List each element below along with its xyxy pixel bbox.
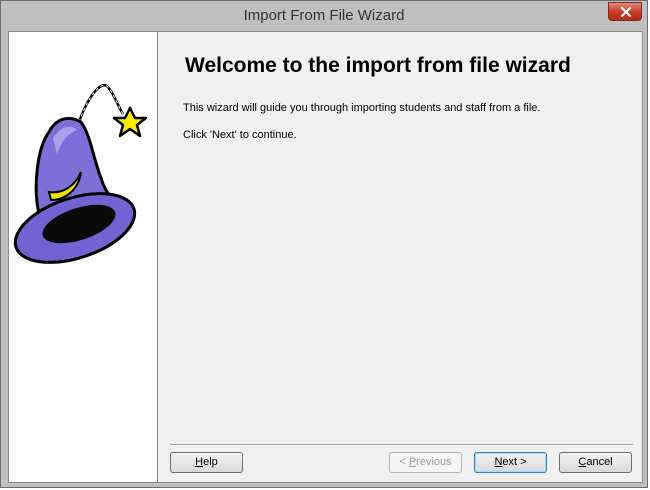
previous-label-prefix: < <box>399 456 409 468</box>
side-panel <box>9 32 158 482</box>
cancel-label: ancel <box>586 456 613 468</box>
page-heading: Welcome to the import from file wizard <box>185 54 571 77</box>
close-button[interactable] <box>608 2 642 21</box>
next-label: ext > <box>502 456 527 468</box>
close-x-icon <box>620 7 632 17</box>
window-title: Import From File Wizard <box>243 7 405 24</box>
help-label: elp <box>203 456 218 468</box>
help-button[interactable]: Help <box>170 452 243 473</box>
help-label-mnemonic: H <box>195 456 204 468</box>
continue-hint: Click 'Next' to continue. <box>183 129 297 141</box>
cancel-button[interactable]: Cancel <box>559 452 632 473</box>
next-button[interactable]: Next > <box>474 452 547 473</box>
button-separator <box>170 444 633 446</box>
wizard-hat-icon <box>13 84 148 264</box>
previous-label: revious <box>416 456 452 468</box>
title-bar[interactable]: Import From File Wizard <box>1 1 647 31</box>
intro-text: This wizard will guide you through impor… <box>183 102 541 114</box>
wizard-client-area: Welcome to the import from file wizard T… <box>8 31 643 483</box>
wizard-window: Import From File Wizard Welcome to the i… <box>0 0 648 488</box>
previous-button[interactable]: < Previous <box>389 452 462 473</box>
